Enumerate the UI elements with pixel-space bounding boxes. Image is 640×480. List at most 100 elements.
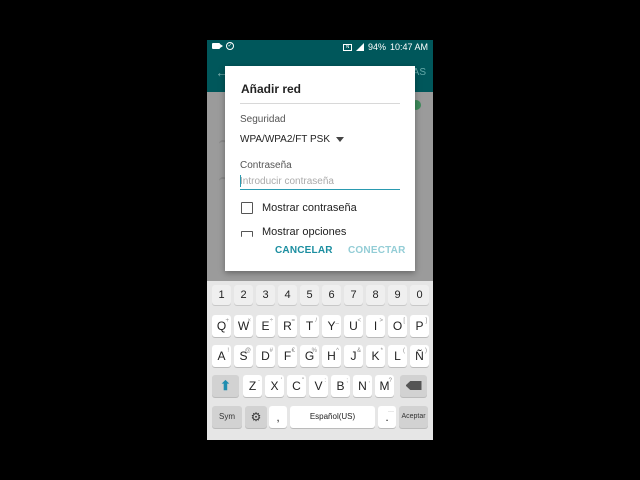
signal-icon	[355, 43, 364, 51]
key-7[interactable]: 7	[344, 285, 363, 305]
key-0[interactable]: 0	[410, 285, 429, 305]
key-t[interactable]: / T	[300, 315, 319, 337]
key-label: H	[327, 349, 336, 363]
key-alt-label: &	[356, 348, 361, 354]
key-label: T	[305, 319, 314, 333]
key-9[interactable]: 9	[388, 285, 407, 305]
key-l[interactable]: (L	[388, 345, 407, 367]
key-8[interactable]: 8	[366, 285, 385, 305]
key-j[interactable]: & J	[344, 345, 363, 367]
security-dropdown[interactable]: WPA/WPA2/FT PSK	[240, 134, 345, 145]
key-label: F	[283, 349, 292, 363]
key-label: B	[336, 379, 345, 393]
sym-key[interactable]: Sym	[212, 406, 242, 428]
key-q[interactable]: + Q	[212, 315, 231, 337]
key-alt-label: ×	[247, 318, 251, 324]
key-s[interactable]: @ S	[234, 345, 253, 367]
keyboard: 1234567890 + Q × W ÷ E = R / T _ Y < U > I[O] P ! A @ S # D € F…	[207, 281, 433, 440]
video-icon	[212, 43, 223, 49]
key-r[interactable]: = R	[278, 315, 297, 337]
key-y[interactable]: _ Y	[322, 315, 341, 337]
key-2[interactable]: 2	[234, 285, 253, 305]
key-alt-label: €	[291, 348, 295, 354]
key-n[interactable]: ,N	[353, 375, 372, 397]
text-cursor	[240, 175, 241, 187]
key-alt-label: !	[227, 348, 229, 354]
key-i[interactable]: > I	[366, 315, 385, 337]
key-alt-label: ^	[336, 348, 339, 354]
key-ñ[interactable]: ) Ñ	[410, 345, 429, 367]
key-label: O	[392, 319, 403, 333]
password-input[interactable]	[240, 174, 400, 190]
key-label: K	[371, 349, 380, 363]
key-m[interactable]: ? M	[375, 375, 394, 397]
key-5[interactable]: 5	[300, 285, 319, 305]
key-1[interactable]: 1	[212, 285, 231, 305]
key-label: I	[373, 319, 378, 333]
key-z[interactable]: -Z	[243, 375, 262, 397]
key-g[interactable]: % G	[300, 345, 319, 367]
nfc-icon: N	[342, 43, 352, 51]
settings-key[interactable]: ⚙	[245, 406, 267, 428]
key-d[interactable]: # D	[256, 345, 275, 367]
security-value: WPA/WPA2/FT PSK	[240, 134, 331, 145]
key-alt-label: /	[315, 318, 317, 324]
key-label: L	[394, 349, 401, 363]
phone-screen: ✓ N 94% 10:47 AM ← AS Añadir red Segurid…	[207, 40, 433, 440]
key-alt-label: <	[357, 318, 361, 324]
enter-key[interactable]: Aceptar	[399, 406, 428, 428]
key-3[interactable]: 3	[256, 285, 275, 305]
key-v[interactable]: :V	[309, 375, 328, 397]
key-f[interactable]: € F	[278, 345, 297, 367]
delete-key[interactable]	[400, 375, 427, 397]
key-alt-label: )	[425, 348, 427, 354]
dialog-title: Añadir red	[241, 82, 302, 96]
key-w[interactable]: × W	[234, 315, 253, 337]
sync-check-icon: ✓	[226, 42, 234, 50]
key-alt-label: :	[324, 378, 326, 384]
key-alt-label: -	[258, 378, 260, 384]
key-label: Y	[327, 319, 336, 333]
key-alt-label: +	[225, 318, 229, 324]
key-u[interactable]: < U	[344, 315, 363, 337]
cancel-button[interactable]: CANCELAR	[275, 245, 333, 256]
backspace-icon	[405, 381, 422, 390]
show-options-label[interactable]: Mostrar opciones	[262, 226, 346, 238]
show-password-checkbox[interactable]	[241, 202, 253, 214]
key-label: E	[261, 319, 270, 333]
show-options-checkbox[interactable]	[241, 231, 253, 237]
shift-arrow-icon: ⬆	[220, 378, 231, 393]
key-label: X	[270, 379, 279, 393]
dropdown-caret-icon	[336, 137, 345, 142]
key-x[interactable]: ' X	[265, 375, 284, 397]
key-6[interactable]: 6	[322, 285, 341, 305]
divider	[240, 103, 400, 104]
key-label: A	[217, 349, 226, 363]
status-bar: ✓ N 94% 10:47 AM	[207, 40, 433, 55]
comma-key[interactable]: ,	[269, 406, 287, 428]
key-alt-label: ,	[368, 378, 370, 384]
key-k[interactable]: * K	[366, 345, 385, 367]
key-p[interactable]: ] P	[410, 315, 429, 337]
key-4[interactable]: 4	[278, 285, 297, 305]
key-h[interactable]: ^ H	[322, 345, 341, 367]
key-o[interactable]: [O	[388, 315, 407, 337]
key-label: Ñ	[415, 349, 424, 363]
connect-button[interactable]: CONECTAR	[348, 245, 406, 256]
gear-icon: ⚙	[250, 410, 262, 424]
key-b[interactable]: ; B	[331, 375, 350, 397]
key-alt-label: ]	[425, 318, 427, 324]
password-label: Contraseña	[240, 160, 292, 171]
key-c[interactable]: " C	[287, 375, 306, 397]
key-alt-label: %	[311, 348, 317, 354]
key-e[interactable]: ÷ E	[256, 315, 275, 337]
space-key[interactable]: Español(US)	[290, 406, 375, 428]
shift-key[interactable]: ⬆	[212, 375, 239, 397]
key-alt-label: [	[403, 318, 405, 324]
key-a[interactable]: ! A	[212, 345, 231, 367]
key-alt-label: ?	[388, 378, 392, 384]
show-password-label[interactable]: Mostrar contraseña	[262, 202, 357, 214]
period-key[interactable]: ··· .	[378, 406, 396, 428]
key-label: J	[350, 349, 357, 363]
key-alt-label: (	[403, 348, 405, 354]
